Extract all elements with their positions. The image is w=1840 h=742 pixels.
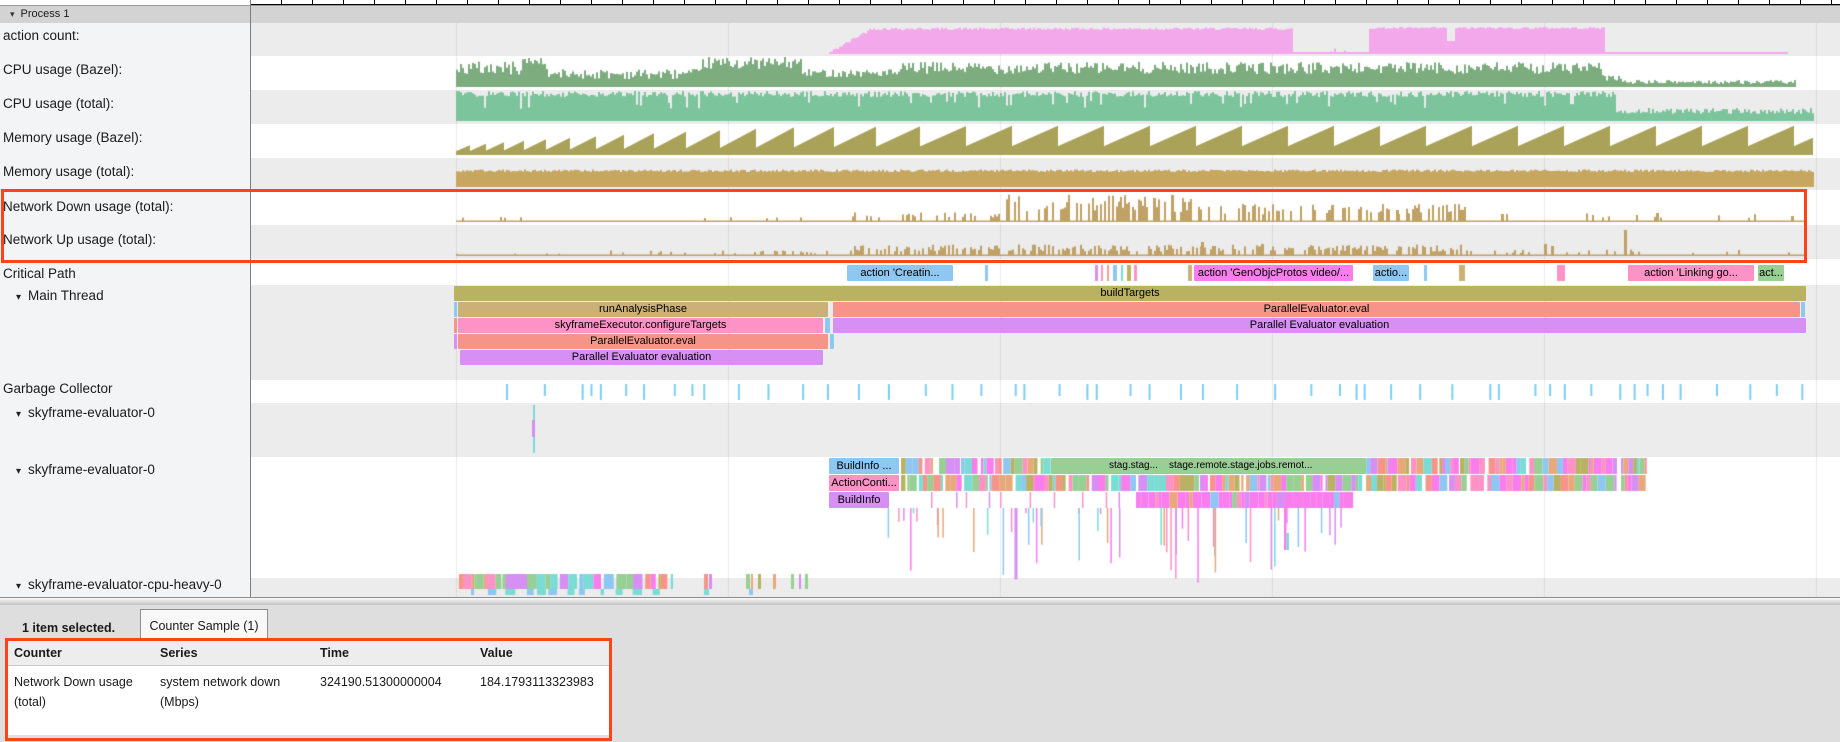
track-label: Garbage Collector bbox=[3, 381, 113, 396]
slice-action-creating[interactable]: action 'Creatin... bbox=[847, 265, 953, 281]
collapse-arrow-icon[interactable]: ▾ bbox=[16, 409, 21, 420]
collapse-arrow-icon[interactable]: ▾ bbox=[16, 466, 21, 477]
sidebar-divider[interactable] bbox=[250, 0, 251, 597]
track-label: Network Up usage (total): bbox=[3, 232, 156, 247]
sidebar-track-garbage-collector[interactable]: Garbage Collector bbox=[3, 381, 113, 397]
slice-paralleleval[interactable]: ParallelEvaluator.eval bbox=[458, 334, 828, 349]
cell-counter: Network Down usage (total) bbox=[14, 672, 146, 712]
col-counter[interactable]: Counter bbox=[14, 641, 62, 665]
sidebar-track-memory-usage-total[interactable]: Memory usage (total): bbox=[3, 164, 134, 180]
table-header-row: Counter Series Time Value bbox=[5, 641, 609, 666]
process-title: Process 1 bbox=[21, 8, 70, 20]
slice-paralleleval[interactable]: ParallelEvaluator.eval bbox=[833, 302, 1800, 317]
slice-actioncontext[interactable]: ActionConti... bbox=[829, 475, 899, 491]
track-label: skyframe-evaluator-0 bbox=[28, 462, 155, 477]
collapse-arrow-icon[interactable]: ▾ bbox=[16, 292, 21, 303]
slice-sliver[interactable] bbox=[454, 302, 457, 317]
slice-action-genobjcprotos[interactable]: action 'GenObjcProtos video/... bbox=[1194, 265, 1353, 281]
track-label: CPU usage (total): bbox=[3, 96, 114, 111]
trace-viewer: ▾ Process 1 action count: CPU usage (Bazel… bbox=[0, 0, 1840, 742]
track-sidebar: action count: CPU usage (Bazel): CPU usage… bbox=[0, 23, 250, 597]
collapse-arrow-icon[interactable]: ▾ bbox=[10, 6, 15, 23]
slice-configuretargets[interactable]: skyframeExecutor.configureTargets bbox=[458, 318, 823, 333]
track-label: action count: bbox=[3, 28, 80, 43]
slice-sliver[interactable] bbox=[825, 318, 830, 333]
track-label: Main Thread bbox=[28, 288, 104, 303]
slices-layer: action 'Creatin... action 'GenObjcProtos … bbox=[251, 23, 1840, 597]
slice-parallelevaluation[interactable]: Parallel Evaluator evaluation bbox=[460, 350, 823, 365]
track-label: Memory usage (Bazel): bbox=[3, 130, 143, 145]
sidebar-track-memory-usage-bazel[interactable]: Memory usage (Bazel): bbox=[3, 130, 143, 146]
stage-label: stage.remote.stage.jobs.remot... bbox=[1169, 460, 1312, 471]
cell-series: system network down (Mbps) bbox=[160, 672, 302, 712]
stage-label: stag.stag... bbox=[1109, 460, 1158, 471]
slice-sliver[interactable] bbox=[454, 318, 457, 333]
slice-action-short[interactable]: act... bbox=[1758, 265, 1784, 281]
slice-sliver[interactable] bbox=[454, 334, 457, 349]
col-value[interactable]: Value bbox=[480, 641, 513, 665]
collapse-arrow-icon[interactable]: ▾ bbox=[16, 581, 21, 592]
sidebar-track-network-up-usage-total[interactable]: Network Up usage (total): bbox=[3, 232, 156, 248]
sidebar-track-skyframe-evaluator-0[interactable]: ▾ skyframe-evaluator-0 bbox=[16, 462, 155, 480]
sidebar-track-cpu-usage-bazel[interactable]: CPU usage (Bazel): bbox=[3, 62, 122, 78]
sidebar-track-main-thread[interactable]: ▾ Main Thread bbox=[16, 288, 104, 306]
track-label: Critical Path bbox=[3, 266, 76, 281]
track-label: skyframe-evaluator-cpu-heavy-0 bbox=[28, 577, 222, 592]
sidebar-track-cpu-usage-total[interactable]: CPU usage (total): bbox=[3, 96, 114, 112]
slice-action-linking[interactable]: action 'Linking go... bbox=[1628, 265, 1754, 281]
cell-time: 324190.51300000004 bbox=[320, 672, 470, 692]
col-series[interactable]: Series bbox=[160, 641, 198, 665]
tab-counter-sample[interactable]: Counter Sample (1) bbox=[140, 609, 268, 644]
sidebar-track-critical-path[interactable]: Critical Path bbox=[3, 266, 76, 282]
track-label: Network Down usage (total): bbox=[3, 199, 173, 214]
slice-action[interactable]: actio... bbox=[1373, 265, 1409, 281]
slice-parallelevaluation[interactable]: Parallel Evaluator evaluation bbox=[833, 318, 1806, 333]
ruler-corner bbox=[0, 0, 250, 4]
slice-buildtargets[interactable]: buildTargets bbox=[454, 286, 1806, 301]
cell-value: 184.1793113323983 bbox=[480, 672, 605, 692]
details-panel: 1 item selected. Counter Sample (1) Coun… bbox=[0, 605, 1840, 742]
slice-sliver[interactable] bbox=[830, 334, 834, 349]
track-label: Memory usage (total): bbox=[3, 164, 134, 179]
timeline-area[interactable]: action 'Creatin... action 'GenObjcProtos … bbox=[251, 23, 1840, 597]
slice-buildinfo-row[interactable]: BuildInfo ... bbox=[829, 458, 899, 474]
track-label: CPU usage (Bazel): bbox=[3, 62, 122, 77]
col-time[interactable]: Time bbox=[320, 641, 349, 665]
slice-buildinfo[interactable]: BuildInfo bbox=[829, 492, 889, 508]
sidebar-track-action-count[interactable]: action count: bbox=[3, 28, 80, 44]
process-header[interactable]: ▾ Process 1 bbox=[0, 5, 1840, 25]
selection-status: 1 item selected. bbox=[22, 621, 115, 635]
slice-runanalysisphase[interactable]: runAnalysisPhase bbox=[458, 302, 828, 317]
slice-sliver[interactable] bbox=[1801, 302, 1805, 317]
sidebar-track-skyframe-evaluator-0[interactable]: ▾ skyframe-evaluator-0 bbox=[16, 405, 155, 423]
track-label: skyframe-evaluator-0 bbox=[28, 405, 155, 420]
sidebar-track-skyframe-evaluator-cpu-heavy-0[interactable]: ▾ skyframe-evaluator-cpu-heavy-0 bbox=[16, 577, 222, 595]
sidebar-track-network-down-usage-total[interactable]: Network Down usage (total): bbox=[3, 199, 173, 215]
counter-sample-table: Counter Series Time Value Network Down u… bbox=[5, 641, 609, 735]
